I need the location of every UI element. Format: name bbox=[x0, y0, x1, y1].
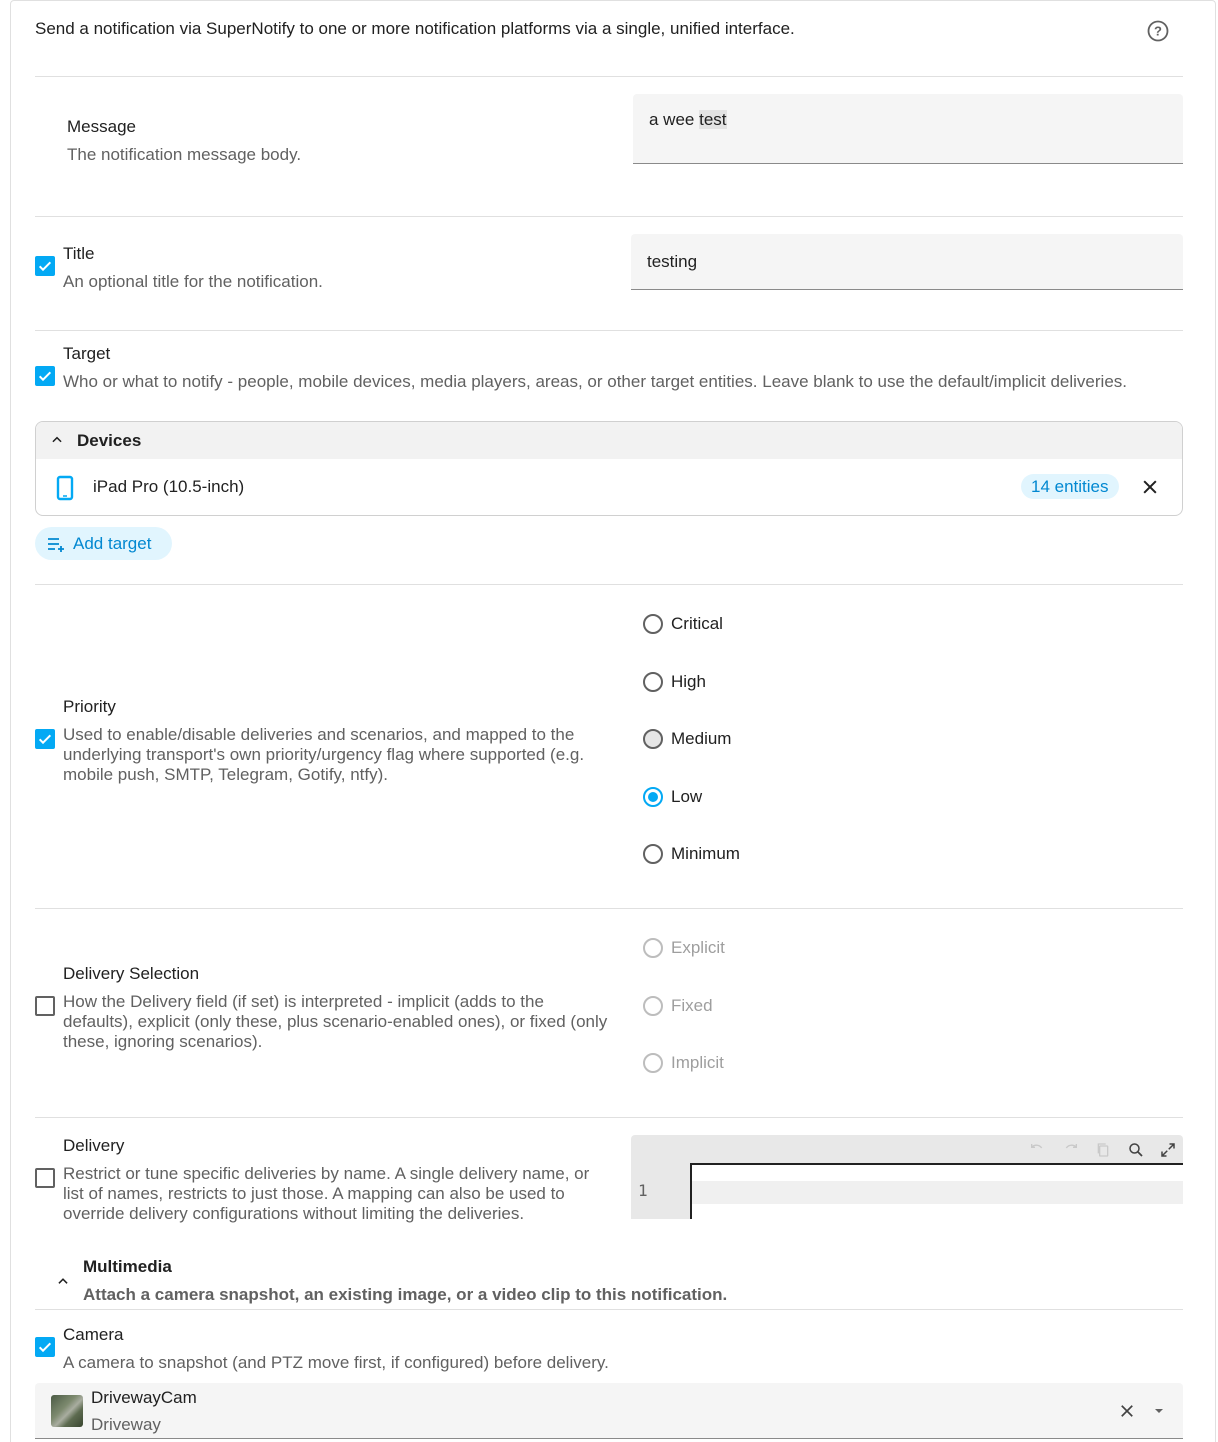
add-target-label: Add target bbox=[73, 534, 152, 553]
message-value-selected: test bbox=[699, 110, 727, 129]
device-row[interactable]: iPad Pro (10.5-inch) 14 entities bbox=[36, 459, 1182, 515]
title-checkbox[interactable] bbox=[35, 256, 55, 276]
code-editor-toolbar bbox=[631, 1135, 1183, 1163]
checkmark-icon bbox=[38, 1342, 52, 1353]
title-value: testing bbox=[647, 252, 698, 271]
message-label: Message bbox=[67, 117, 136, 136]
priority-option-high: High bbox=[671, 672, 706, 691]
redo-icon[interactable] bbox=[1063, 1142, 1079, 1158]
line-number: 1 bbox=[638, 1181, 648, 1200]
priority-option-medium: Medium bbox=[671, 729, 732, 748]
title-label: Title bbox=[63, 244, 95, 263]
camera-entity-name: DrivewayCam bbox=[91, 1388, 197, 1407]
divider bbox=[35, 216, 1183, 217]
delivery-selection-radio-explicit[interactable] bbox=[643, 938, 663, 958]
multimedia-section-description: Attach a camera snapshot, an existing im… bbox=[83, 1285, 728, 1304]
checkmark-icon bbox=[38, 261, 52, 272]
close-icon[interactable] bbox=[1140, 477, 1160, 497]
message-value: a wee bbox=[649, 110, 700, 129]
delivery-selection-option-implicit: Implicit bbox=[671, 1053, 724, 1072]
divider bbox=[35, 76, 1183, 77]
target-devices-group: Devices iPad Pro (10.5-inch) 14 entities bbox=[35, 421, 1183, 516]
priority-label: Priority bbox=[63, 697, 116, 716]
delivery-selection-option-fixed: Fixed bbox=[671, 996, 713, 1015]
priority-description: Used to enable/disable deliveries and sc… bbox=[63, 725, 585, 784]
svg-text:?: ? bbox=[1154, 24, 1162, 39]
checkmark-icon bbox=[38, 371, 52, 382]
delivery-selection-description: How the Delivery field (if set) is inter… bbox=[63, 992, 608, 1051]
chevron-up-icon bbox=[52, 436, 62, 443]
delivery-selection-option-explicit: Explicit bbox=[671, 938, 725, 957]
entities-badge[interactable]: 14 entities bbox=[1021, 474, 1119, 499]
camera-entity-area: Driveway bbox=[91, 1415, 161, 1434]
code-active-line[interactable] bbox=[692, 1181, 1183, 1204]
camera-checkbox[interactable] bbox=[35, 1337, 55, 1357]
camera-entity-picker[interactable]: DrivewayCam Driveway bbox=[35, 1383, 1183, 1439]
divider bbox=[35, 908, 1183, 909]
delivery-description: Restrict or tune specific deliveries by … bbox=[63, 1164, 590, 1223]
priority-option-low: Low bbox=[671, 787, 703, 806]
priority-radio-high[interactable] bbox=[643, 672, 663, 692]
message-input[interactable]: a wee test bbox=[633, 94, 1183, 164]
title-description: An optional title for the notification. bbox=[63, 272, 323, 291]
priority-radio-minimum[interactable] bbox=[643, 844, 663, 864]
divider bbox=[35, 330, 1183, 331]
checkmark-icon bbox=[38, 734, 52, 745]
camera-description: A camera to snapshot (and PTZ move first… bbox=[63, 1353, 609, 1372]
delivery-selection-checkbox[interactable] bbox=[35, 996, 55, 1016]
camera-thumbnail bbox=[51, 1395, 83, 1427]
find-replace-icon[interactable] bbox=[1127, 1141, 1145, 1159]
multimedia-section-title: Multimedia bbox=[83, 1257, 172, 1276]
service-description: Send a notification via SuperNotify to o… bbox=[35, 19, 795, 38]
priority-radio-medium[interactable] bbox=[643, 729, 663, 749]
priority-option-minimum: Minimum bbox=[671, 844, 740, 863]
devices-group-title: Devices bbox=[77, 431, 142, 450]
device-name: iPad Pro (10.5-inch) bbox=[93, 477, 245, 496]
target-description: Who or what to notify - people, mobile d… bbox=[63, 372, 1127, 391]
priority-radio-critical[interactable] bbox=[643, 614, 663, 634]
divider bbox=[35, 584, 1183, 585]
divider bbox=[35, 1117, 1183, 1118]
priority-option-critical: Critical bbox=[671, 614, 723, 633]
playlist-plus-icon bbox=[48, 538, 64, 552]
clear-icon[interactable] bbox=[1118, 1402, 1136, 1420]
divider bbox=[35, 1309, 1183, 1310]
tablet-icon bbox=[56, 475, 74, 501]
undo-icon[interactable] bbox=[1029, 1142, 1045, 1158]
target-checkbox[interactable] bbox=[35, 366, 55, 386]
delivery-selection-label: Delivery Selection bbox=[63, 964, 200, 983]
copy-icon[interactable] bbox=[1095, 1141, 1111, 1159]
delivery-label: Delivery bbox=[63, 1136, 125, 1155]
delivery-code-editor[interactable]: 1 bbox=[631, 1135, 1183, 1219]
delivery-checkbox[interactable] bbox=[35, 1168, 55, 1188]
message-description: The notification message body. bbox=[67, 145, 302, 164]
devices-group-header[interactable]: Devices bbox=[36, 422, 1182, 459]
add-target-button[interactable]: Add target bbox=[35, 527, 172, 560]
code-editor-border bbox=[692, 1163, 1183, 1165]
code-gutter: 1 bbox=[631, 1163, 691, 1219]
help-circle-icon[interactable]: ? bbox=[1146, 19, 1170, 43]
priority-checkbox[interactable] bbox=[35, 729, 55, 749]
camera-label: Camera bbox=[63, 1325, 124, 1344]
priority-radio-low[interactable] bbox=[643, 787, 663, 807]
delivery-selection-radio-fixed[interactable] bbox=[643, 996, 663, 1016]
dropdown-arrow-icon[interactable] bbox=[1153, 1406, 1165, 1416]
fullscreen-icon[interactable] bbox=[1159, 1141, 1177, 1159]
delivery-selection-radio-implicit[interactable] bbox=[643, 1053, 663, 1073]
target-label: Target bbox=[63, 344, 111, 363]
chevron-up-icon[interactable] bbox=[55, 1274, 71, 1288]
title-input[interactable]: testing bbox=[631, 234, 1183, 290]
